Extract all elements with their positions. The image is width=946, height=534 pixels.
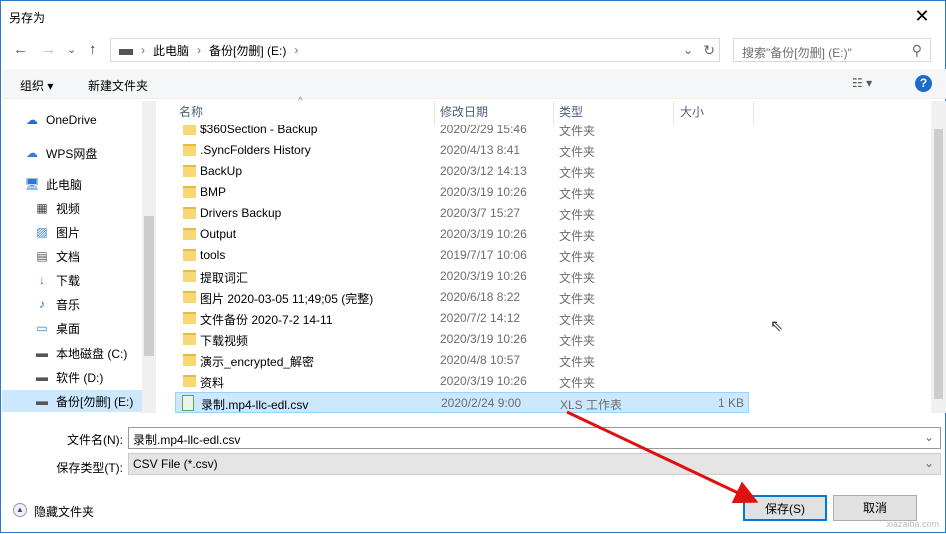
red-arrow-annotation: [566, 410, 759, 504]
save-as-dialog: 另存为 ✕ ← → ⌄ ↑ › 此电脑 › 备份[勿删] (E:) › ⌄ ↻ …: [0, 0, 946, 533]
